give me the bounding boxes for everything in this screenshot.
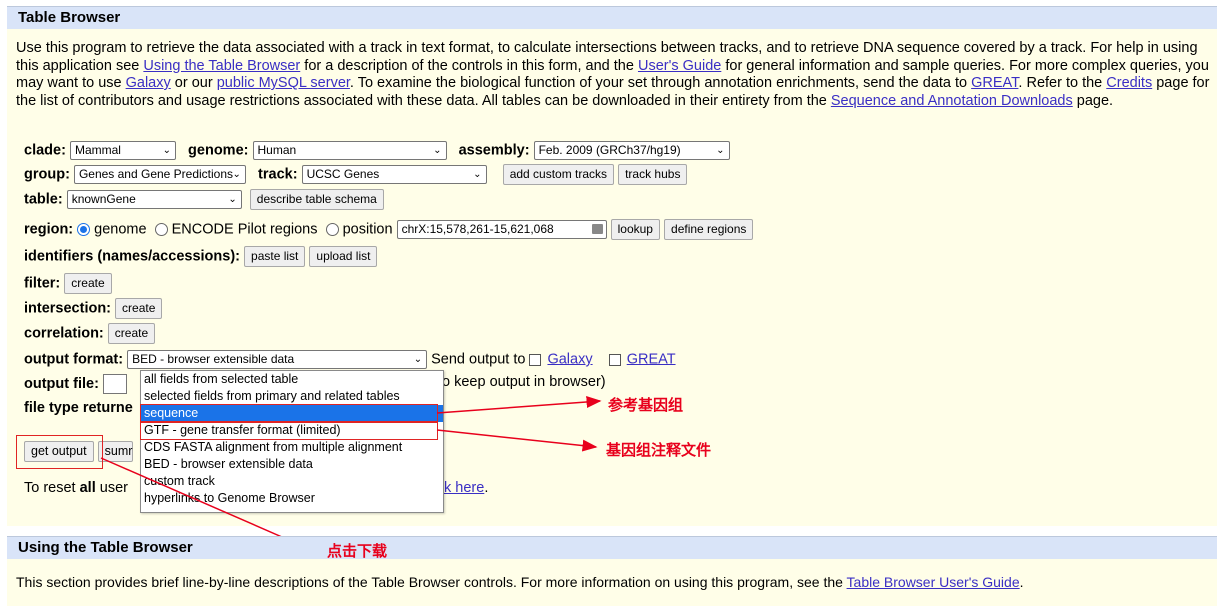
note-click-download: 点击下载 (327, 543, 388, 560)
arrow-ref-genome (436, 396, 602, 414)
using-panel: Using the Table Browser This section pro… (7, 536, 1217, 606)
note-ref-genome: 参考基因组 (608, 397, 684, 414)
using-text-row: This section provides brief line-by-line… (16, 574, 1024, 590)
user-guide-link[interactable]: Table Browser User's Guide (847, 574, 1020, 590)
using-tail: . (1019, 574, 1024, 590)
annotation-arrows (100, 396, 602, 552)
note-gene-annotation: 基因组注释文件 (606, 442, 712, 459)
using-title: Using the Table Browser (7, 536, 1217, 559)
using-text: This section provides brief line-by-line… (16, 574, 847, 590)
arrow-gene-annotation (436, 429, 598, 452)
